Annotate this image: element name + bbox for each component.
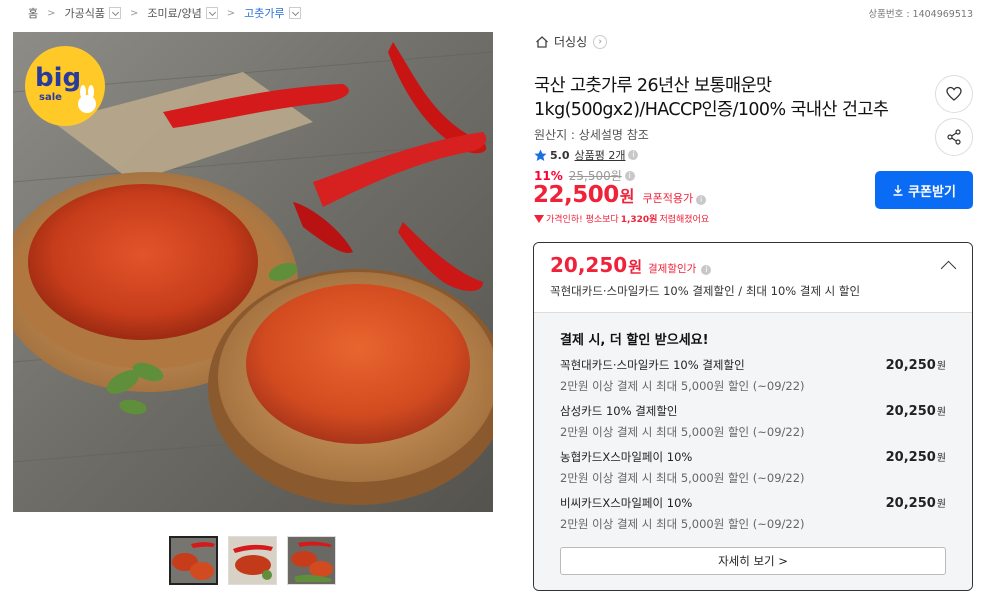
home-icon — [536, 35, 548, 48]
heart-icon — [946, 86, 962, 101]
breadcrumb-item-chili-powder[interactable]: 고춧가루 — [244, 5, 301, 21]
offer-price-value: 20,250 — [885, 450, 936, 465]
offer-price-unit: 원 — [936, 407, 946, 418]
main-product-image[interactable]: big sale — [13, 32, 493, 512]
info-icon[interactable]: i — [628, 150, 639, 160]
breadcrumb-item-processed-food[interactable]: 가공식품 > — [65, 5, 148, 21]
best-price-value: 20,250 — [550, 253, 628, 277]
offer-price-value: 20,250 — [885, 358, 936, 373]
best-price-label: 결제할인가 — [648, 263, 697, 275]
offer-condition: 2만원 이상 결제 시 최대 5,000원 할인 (~09/22) — [560, 425, 805, 439]
breadcrumb: 홈 > 가공식품 > 조미료/양념 > 고춧가루 — [28, 5, 301, 21]
chevron-up-icon[interactable] — [940, 260, 957, 277]
chevron-down-icon[interactable] — [288, 7, 301, 19]
drop-note-prefix: 가격인하! 평소보다 — [546, 215, 619, 225]
best-price: 20,250 원 결제할인가 i — [550, 253, 712, 277]
origin-text: 원산지 : 상세설명 참조 — [534, 128, 649, 142]
offer-section-title: 결제 시, 더 할인 받으세요! — [560, 333, 709, 348]
offer-price: 20,250원 — [886, 449, 946, 465]
drop-note-amount: 1,320원 — [620, 215, 658, 225]
breadcrumb-label[interactable]: 고춧가루 — [244, 5, 284, 21]
share-button[interactable] — [935, 118, 973, 156]
offer-price-value: 20,250 — [885, 404, 936, 419]
info-icon[interactable]: i — [624, 170, 635, 181]
star-icon — [534, 149, 547, 161]
card-offer-list: 결제 시, 더 할인 받으세요! 꼭현대카드·스마일카드 10% 결제할인 2만… — [534, 312, 972, 590]
offer-condition: 2만원 이상 결제 시 최대 5,000원 할인 (~09/22) — [560, 379, 805, 393]
share-icon — [947, 129, 961, 145]
list-item: 삼성카드 10% 결제할인 2만원 이상 결제 시 최대 5,000원 할인 (… — [560, 403, 946, 449]
breadcrumb-item-home[interactable]: 홈 > — [28, 5, 65, 21]
breadcrumb-label[interactable]: 홈 — [28, 5, 38, 21]
product-number: 상품번호 : 1404969513 — [868, 9, 973, 20]
card-discount-panel: 20,250 원 결제할인가 i 꼭현대카드·스마일카드 10% 결제할인 / … — [533, 242, 973, 591]
coupon-price-label: 쿠폰적용가 — [642, 192, 694, 205]
card-discount-header[interactable]: 20,250 원 결제할인가 i 꼭현대카드·스마일카드 10% 결제할인 / … — [534, 243, 972, 312]
chevron-right-icon: > — [47, 7, 56, 19]
list-item: 농협카드X스마일페이 10% 2만원 이상 결제 시 최대 5,000원 할인 … — [560, 449, 946, 495]
arrow-down-icon — [534, 214, 544, 223]
price-row: 22,500 원 쿠폰적용가 i — [533, 182, 707, 208]
offer-price: 20,250원 — [886, 495, 946, 511]
more-details-button[interactable]: 자세히 보기 > — [560, 547, 946, 575]
chevron-right-icon: › — [593, 34, 608, 49]
card-discount-summary: 꼭현대카드·스마일카드 10% 결제할인 / 최대 10% 결제 시 할인 — [550, 284, 861, 298]
offer-price: 20,250원 — [886, 403, 946, 419]
thumbnail-strip — [169, 536, 336, 585]
offer-price-value: 20,250 — [885, 496, 936, 511]
download-icon — [893, 185, 903, 196]
rating-score: 5.0 — [550, 148, 570, 162]
breadcrumb-label[interactable]: 조미료/양념 — [147, 5, 201, 21]
offer-price-unit: 원 — [936, 361, 946, 372]
chevron-down-icon[interactable] — [205, 7, 218, 19]
chevron-right-icon: > — [130, 7, 139, 19]
product-title: 국산 고춧가루 26년산 보통매운맛 1kg(500gx2)/HACCP인증/1… — [534, 76, 889, 120]
offer-price-unit: 원 — [936, 453, 946, 464]
offer-condition: 2만원 이상 결제 시 최대 5,000원 할인 (~09/22) — [560, 471, 805, 485]
thumbnail-2[interactable] — [228, 536, 277, 585]
breadcrumb-item-seasoning[interactable]: 조미료/양념 > — [147, 5, 244, 21]
offer-price: 20,250원 — [886, 357, 946, 373]
badge-big-text: big — [35, 63, 81, 93]
list-item: 비씨카드X스마일페이 10% 2만원 이상 결제 시 최대 5,000원 할인 … — [560, 495, 946, 541]
price-drop-note: 가격인하! 평소보다 1,320원 저렴해졌어요 — [534, 212, 709, 225]
offer-price-unit: 원 — [936, 499, 946, 510]
thumbnail-1[interactable] — [169, 536, 218, 585]
store-name[interactable]: 더싱싱 — [554, 33, 587, 50]
info-icon[interactable]: i — [701, 265, 712, 275]
review-count-link[interactable]: 상품평 2개 — [575, 147, 626, 163]
drop-note-suffix: 저렴해졌어요 — [659, 215, 710, 225]
thumbnail-3[interactable] — [287, 536, 336, 585]
discount-rate: 11% — [534, 168, 563, 183]
offer-condition: 2만원 이상 결제 시 최대 5,000원 할인 (~09/22) — [560, 517, 805, 531]
breadcrumb-label[interactable]: 가공식품 — [65, 5, 105, 21]
rating-row: 5.0 상품평 2개 i — [534, 147, 639, 163]
coupon-button-label: 쿠폰받기 — [908, 184, 956, 200]
chevron-down-icon[interactable] — [109, 7, 121, 19]
coupon-download-button[interactable]: 쿠폰받기 — [875, 171, 973, 209]
store-link[interactable]: 더싱싱 › — [535, 33, 608, 50]
badge-sale-text: sale — [39, 92, 62, 103]
price-unit: 원 — [619, 187, 635, 206]
info-icon[interactable]: i — [696, 195, 707, 205]
best-price-unit: 원 — [628, 258, 642, 276]
chevron-right-icon: > — [226, 7, 236, 19]
wishlist-button[interactable] — [935, 75, 973, 113]
sale-price: 22,500 — [533, 182, 619, 208]
list-item: 꼭현대카드·스마일카드 10% 결제할인 2만원 이상 결제 시 최대 5,00… — [560, 357, 946, 403]
